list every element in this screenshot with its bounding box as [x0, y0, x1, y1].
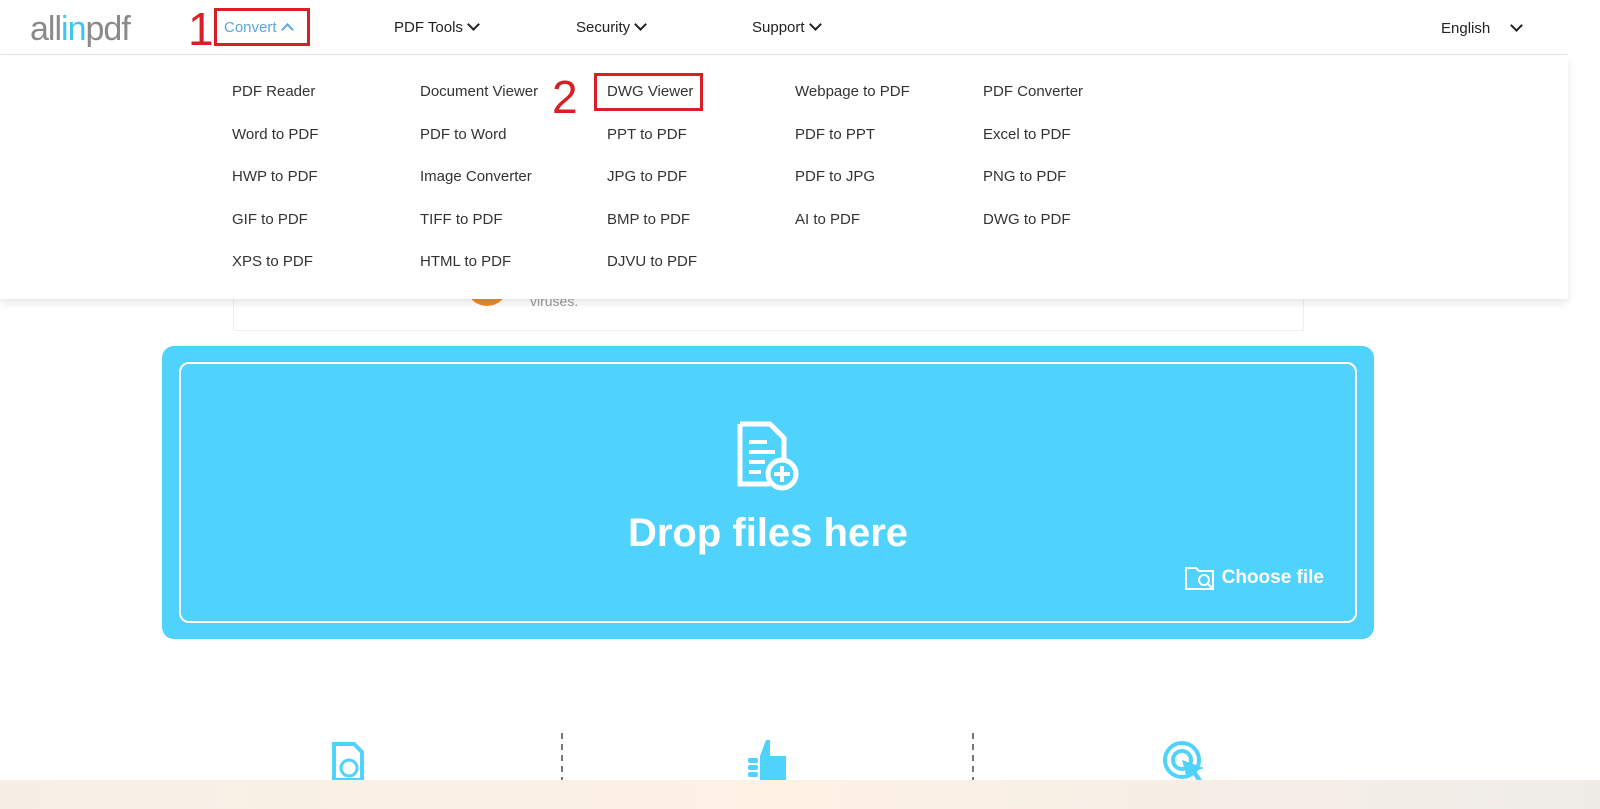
chevron-down-icon	[1510, 19, 1524, 32]
logo-text: pdf	[85, 10, 131, 48]
menu-item-ppt-to-pdf[interactable]: PPT to PDF	[607, 126, 687, 143]
file-dropzone[interactable]: Drop files here Choose file	[162, 346, 1374, 639]
logo-text: all	[30, 10, 62, 48]
logo-text-accent: in	[61, 10, 86, 48]
menu-item-word-to-pdf[interactable]: Word to PDF	[232, 126, 318, 143]
nav-security[interactable]: Security	[576, 18, 648, 36]
menu-item-excel-to-pdf[interactable]: Excel to PDF	[983, 126, 1071, 143]
menu-item-pdf-to-jpg[interactable]: PDF to JPG	[795, 168, 875, 185]
menu-item-ai-to-pdf[interactable]: AI to PDF	[795, 211, 860, 228]
convert-menu: PDF Reader Word to PDF HWP to PDF GIF to PD…	[0, 56, 1568, 299]
logo[interactable]: allinpdf	[30, 10, 131, 49]
thumbs-up-icon	[748, 740, 786, 780]
menu-item-pdf-to-word[interactable]: PDF to Word	[420, 126, 506, 143]
menu-item-pdf-to-ppt[interactable]: PDF to PPT	[795, 126, 875, 143]
menu-item-webpage-to-pdf[interactable]: Webpage to PDF	[795, 83, 910, 100]
divider	[972, 733, 974, 783]
nav-label: PDF Tools	[394, 19, 463, 36]
menu-item-bmp-to-pdf[interactable]: BMP to PDF	[607, 211, 690, 228]
menu-item-djvu-to-pdf[interactable]: DJVU to PDF	[607, 253, 697, 270]
nav-label: Support	[752, 19, 805, 36]
nav-label: Security	[576, 19, 631, 36]
nav-support[interactable]: Support	[752, 18, 822, 36]
menu-item-document-viewer[interactable]: Document Viewer	[420, 83, 538, 100]
dropzone-border	[179, 362, 1357, 623]
menu-item-jpg-to-pdf[interactable]: JPG to PDF	[607, 168, 687, 185]
menu-item-png-to-pdf[interactable]: PNG to PDF	[983, 168, 1066, 185]
menu-item-pdf-converter[interactable]: PDF Converter	[983, 83, 1083, 100]
choose-file-label: Choose file	[1221, 567, 1324, 588]
folder-search-icon	[1184, 567, 1214, 590]
nav-pdf-tools[interactable]: PDF Tools	[394, 18, 480, 36]
bottom-bar	[0, 780, 1600, 809]
chevron-down-icon	[467, 18, 480, 31]
menu-item-pdf-reader[interactable]: PDF Reader	[232, 83, 315, 100]
divider	[561, 733, 563, 783]
annotation-number: 2	[552, 71, 578, 123]
language-label: English	[1441, 20, 1491, 37]
dropzone-title: Drop files here	[627, 511, 909, 555]
menu-item-dwg-to-pdf[interactable]: DWG to PDF	[983, 211, 1071, 228]
menu-item-xps-to-pdf[interactable]: XPS to PDF	[232, 253, 313, 270]
menu-item-gif-to-pdf[interactable]: GIF to PDF	[232, 211, 308, 228]
language-select[interactable]: English	[1441, 19, 1524, 37]
menu-item-hwp-to-pdf[interactable]: HWP to PDF	[232, 168, 318, 185]
chevron-down-icon	[808, 18, 822, 31]
menu-item-html-to-pdf[interactable]: HTML to PDF	[420, 253, 511, 270]
pdf-search-icon	[332, 742, 364, 782]
annotation-box	[594, 73, 703, 111]
menu-item-image-converter[interactable]: Image Converter	[420, 168, 532, 185]
file-add-icon	[737, 421, 799, 491]
annotation-box	[214, 8, 310, 46]
click-icon	[1163, 741, 1204, 782]
chevron-down-icon	[634, 18, 648, 31]
choose-file-button[interactable]: Choose file	[1184, 564, 1324, 592]
annotation-number: 1	[188, 3, 214, 55]
menu-item-tiff-to-pdf[interactable]: TIFF to PDF	[420, 211, 503, 228]
